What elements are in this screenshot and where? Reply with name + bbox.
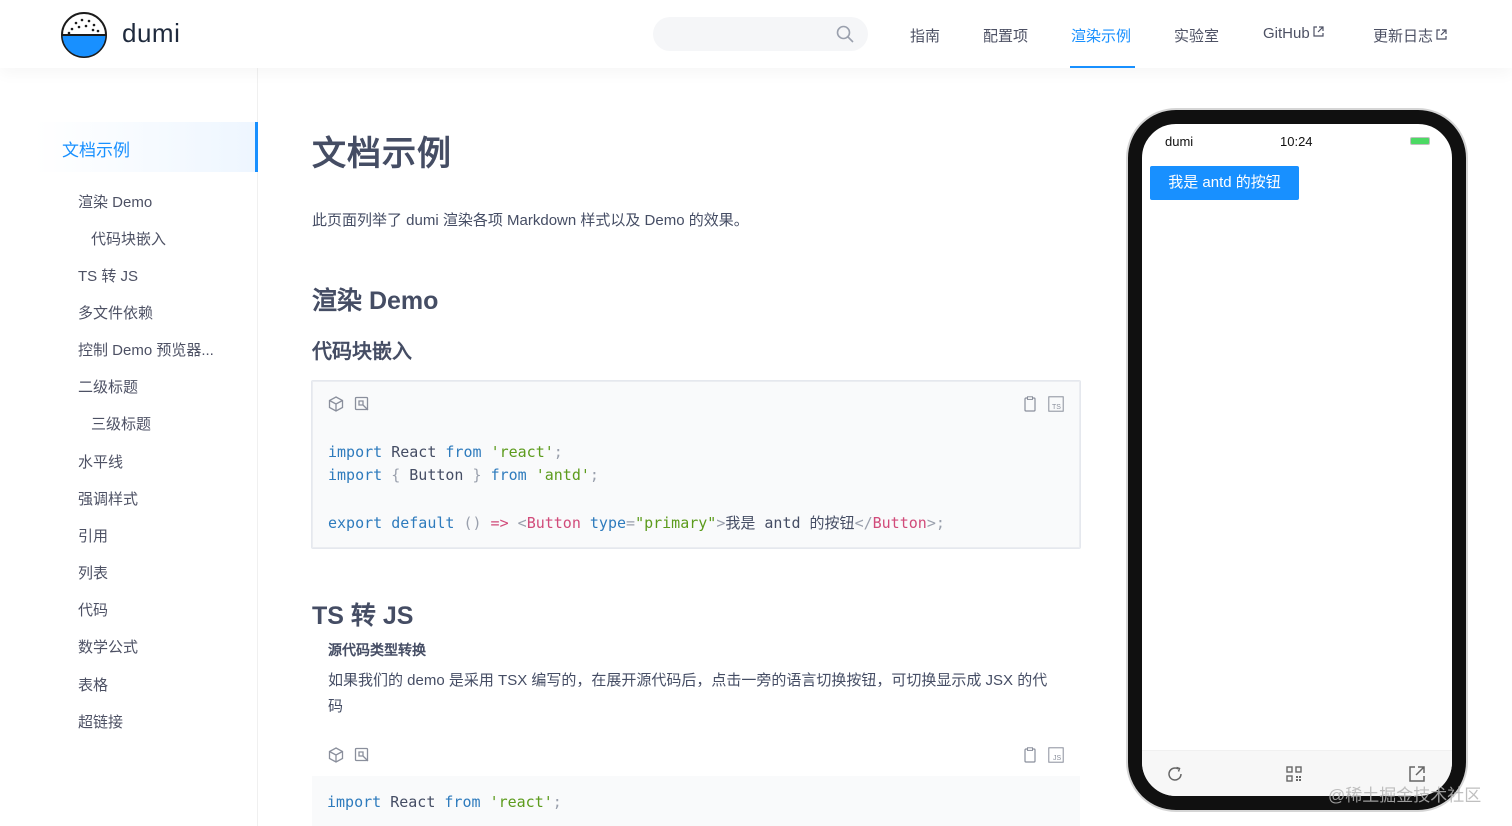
battery-icon	[1410, 137, 1430, 145]
sidebar-item-quote[interactable]: 引用	[78, 525, 108, 546]
search-input[interactable]	[653, 17, 868, 51]
nav-config[interactable]: 配置项	[983, 25, 1028, 46]
section-title-ts-to-js: TS 转 JS	[312, 602, 414, 630]
code-token: Button	[409, 466, 464, 484]
sidebar-item-code-embed[interactable]: 代码块嵌入	[91, 228, 166, 249]
ts-demo-previewer: 源代码类型转换 如果我们的 demo 是采用 TSX 编写的，在展开源代码后，点…	[312, 642, 1080, 826]
code-line-3: export default () => <Button type="prima…	[328, 512, 945, 533]
antd-primary-button[interactable]: 我是 antd 的按钮	[1150, 166, 1299, 200]
code-token: from	[444, 793, 481, 811]
code-token: ;	[589, 466, 599, 484]
nav-github[interactable]: GitHub	[1263, 25, 1324, 42]
codepen-icon[interactable]	[354, 396, 370, 412]
sidebar-item-h2[interactable]: 二级标题	[78, 376, 138, 397]
qrcode-icon[interactable]	[1285, 765, 1303, 783]
sidebar-item-emphasis[interactable]: 强调样式	[78, 488, 138, 509]
code-token: React	[381, 793, 445, 811]
code-token: React	[382, 443, 446, 461]
reload-icon[interactable]	[1166, 765, 1184, 783]
sidebar-item-demo-previewer[interactable]: 控制 Demo 预览器...	[78, 339, 214, 360]
code-token: 'react'	[489, 793, 553, 811]
subsection-title-code-embed: 代码块嵌入	[312, 341, 412, 363]
external-link-icon	[1313, 26, 1324, 37]
mobile-preview: dumi 10:24 我是 antd 的按钮	[1128, 110, 1466, 810]
sidebar-item-code[interactable]: 代码	[78, 599, 108, 620]
code-line-1: import React from 'react';	[327, 793, 562, 811]
code-token: default	[382, 514, 464, 532]
code-line-1: import React from 'react';	[328, 443, 563, 461]
sidebar-item-ts-to-js[interactable]: TS 转 JS	[78, 265, 138, 286]
sidebar-item-active[interactable]: 文档示例	[34, 122, 258, 172]
codepen-icon[interactable]	[354, 747, 370, 763]
code-token: }	[463, 466, 491, 484]
code-token: ()	[463, 514, 482, 532]
code-token: import	[327, 793, 382, 811]
code-token: "primary"	[635, 514, 717, 532]
code-token: import	[328, 443, 383, 461]
ts-demo-description: 如果我们的 demo 是采用 TSX 编写的，在展开源代码后，点击一旁的语言切换…	[328, 672, 1048, 715]
code-token: from	[490, 466, 527, 484]
dumi-logo-icon[interactable]	[60, 11, 108, 59]
code-token: {	[382, 466, 410, 484]
ts-language-icon[interactable]: TS	[1048, 396, 1064, 412]
nav-lab[interactable]: 实验室	[1174, 25, 1219, 46]
code-token: =>	[481, 514, 518, 532]
code-token: =	[626, 514, 636, 532]
demo-toolbar: TS	[313, 382, 1079, 428]
copy-icon[interactable]	[1022, 396, 1038, 412]
copy-icon[interactable]	[1022, 747, 1038, 763]
sidebar-item-hr[interactable]: 水平线	[78, 451, 123, 472]
sidebar-item-link[interactable]: 超链接	[78, 711, 123, 732]
sidebar-item-table[interactable]: 表格	[78, 674, 108, 695]
code-token: 'antd'	[535, 466, 590, 484]
status-time: 10:24	[1280, 134, 1313, 149]
watermark-text: @稀土掘金技术社区	[1328, 786, 1482, 805]
nav-changelog-label: 更新日志	[1373, 28, 1434, 45]
codesandbox-icon[interactable]	[328, 747, 344, 763]
nav-examples[interactable]: 渲染示例	[1071, 25, 1131, 46]
sidebar-item-math[interactable]: 数学公式	[78, 636, 138, 657]
codesandbox-icon[interactable]	[328, 396, 344, 412]
ts-badge-label: TS	[1052, 404, 1061, 411]
nav-changelog[interactable]: 更新日志	[1373, 25, 1447, 46]
code-token: type	[580, 514, 627, 532]
code-token: ;	[553, 443, 563, 461]
code-token: 我是 antd 的按钮	[725, 514, 855, 532]
page-title: 文档示例	[312, 135, 452, 173]
sidebar: 文档示例 渲染 Demo 代码块嵌入 TS 转 JS 多文件依赖 控制 Demo…	[0, 68, 258, 826]
code-token: import	[328, 466, 383, 484]
code-token: from	[445, 443, 482, 461]
code-token: </	[854, 514, 873, 532]
sidebar-item-render-demo[interactable]: 渲染 Demo	[78, 191, 152, 212]
code-line-2: import { Button } from 'antd';	[328, 466, 599, 484]
code-token: <	[517, 514, 527, 532]
external-link-icon	[1436, 29, 1447, 40]
ts-demo-title: 源代码类型转换	[328, 642, 426, 658]
section-title-render-demo: 渲染 Demo	[312, 287, 439, 315]
code-token: ;	[935, 514, 945, 532]
page-intro: 此页面列举了 dumi 渲染各项 Markdown 样式以及 Demo 的效果。	[312, 212, 749, 229]
code-token: >	[926, 514, 936, 532]
nav-guide[interactable]: 指南	[910, 25, 940, 46]
sidebar-active-label: 文档示例	[62, 141, 130, 160]
nav-active-indicator	[1070, 66, 1135, 68]
sidebar-item-h3[interactable]: 三级标题	[91, 413, 151, 434]
ts-code-block: import React from 'react';	[312, 776, 1080, 826]
sidebar-item-list[interactable]: 列表	[78, 562, 108, 583]
js-language-icon[interactable]: JS	[1048, 747, 1064, 763]
js-badge-label: JS	[1053, 755, 1062, 762]
code-token: 'react'	[490, 443, 554, 461]
top-header: dumi 指南 配置项 渲染示例 实验室 GitHub 更新日志	[0, 0, 1512, 68]
code-token: export	[328, 514, 383, 532]
logo-text[interactable]: dumi	[122, 18, 180, 49]
demo-previewer: TS import React from 'react'; import { B…	[312, 381, 1080, 548]
search-icon[interactable]	[836, 25, 854, 43]
sidebar-item-multi-file[interactable]: 多文件依赖	[78, 302, 153, 323]
status-app-name: dumi	[1165, 134, 1194, 149]
code-token: ;	[552, 793, 562, 811]
nav-github-label: GitHub	[1263, 25, 1310, 42]
code-token: Button	[526, 514, 581, 532]
code-token: Button	[872, 514, 927, 532]
